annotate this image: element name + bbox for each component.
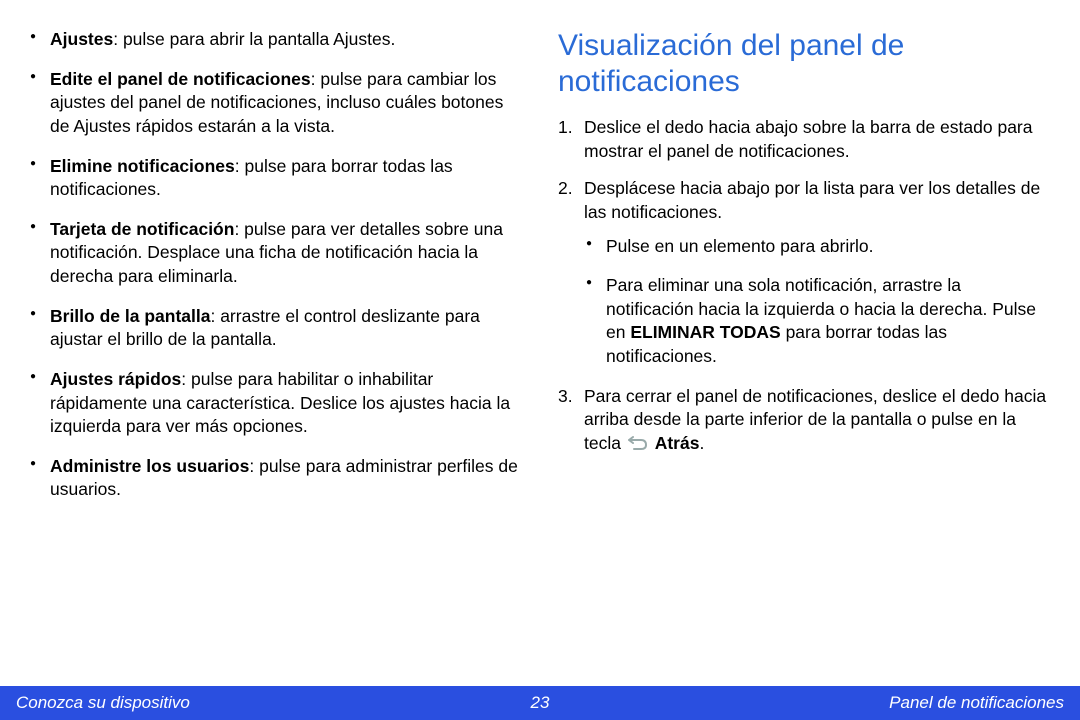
feature-term: Ajustes [50,29,113,49]
inline-strong: Atrás [655,433,700,453]
feature-term: Administre los usuarios [50,456,249,476]
page-footer: Conozca su dispositivo 23 Panel de notif… [0,686,1080,720]
substep-item: Pulse en un elemento para abrirlo. [584,235,1052,259]
footer-left: Conozca su dispositivo [16,693,190,713]
feature-term: Tarjeta de notificación [50,219,234,239]
feature-term: Brillo de la pantalla [50,306,210,326]
inline-strong: ELIMINAR TODAS [630,322,780,342]
feature-item: Tarjeta de notificación: pulse para ver … [28,218,522,289]
page-number: 23 [531,693,550,713]
back-icon [628,435,648,451]
step-item: Para cerrar el panel de notificaciones, … [558,385,1052,456]
feature-term: Edite el panel de notificaciones [50,69,311,89]
feature-term: Ajustes rápidos [50,369,181,389]
substep-item: Para eliminar una sola notificación, arr… [584,274,1052,369]
section-heading: Visualización del panel de notificacione… [558,28,1052,100]
steps-list: Deslice el dedo hacia abajo sobre la bar… [558,116,1052,456]
feature-item: Brillo de la pantalla: arrastre el contr… [28,305,522,352]
feature-item: Administre los usuarios: pulse para admi… [28,455,522,502]
footer-right: Panel de notificaciones [889,693,1064,713]
feature-term: Elimine notificaciones [50,156,235,176]
step-item: Deslice el dedo hacia abajo sobre la bar… [558,116,1052,163]
feature-desc: : pulse para abrir la pantalla Ajustes. [113,29,395,49]
step-item: Desplácese hacia abajo por la lista para… [558,177,1052,368]
feature-item: Ajustes: pulse para abrir la pantalla Aj… [28,28,522,52]
feature-item: Edite el panel de notificaciones: pulse … [28,68,522,139]
feature-item: Elimine notificaciones: pulse para borra… [28,155,522,202]
substeps-list: Pulse en un elemento para abrirlo. Para e… [584,235,1052,369]
feature-list: Ajustes: pulse para abrir la pantalla Aj… [28,28,522,502]
feature-item: Ajustes rápidos: pulse para habilitar o … [28,368,522,439]
